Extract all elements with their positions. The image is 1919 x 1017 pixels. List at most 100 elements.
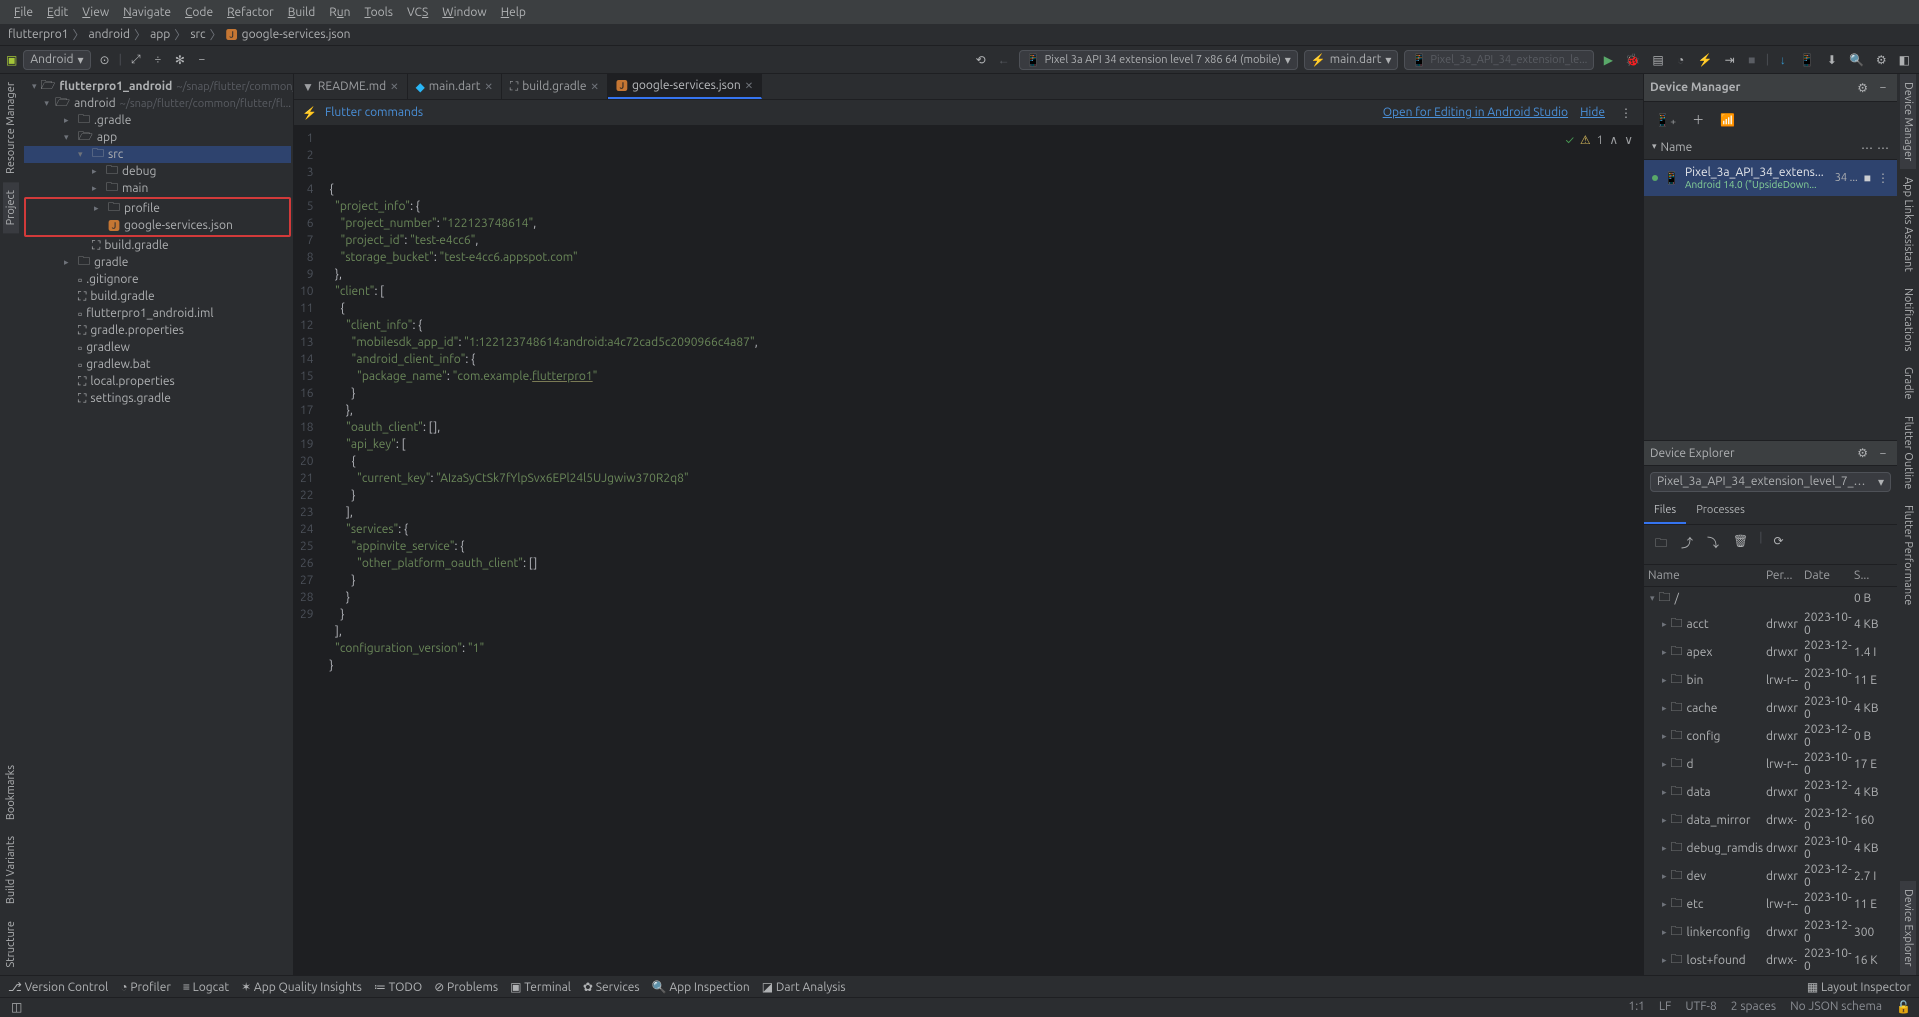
select-opened-icon[interactable]: ⊙	[97, 50, 113, 70]
crumb-4[interactable]: google-services.json	[242, 28, 351, 41]
tool-app-quality[interactable]: ✶ App Quality Insights	[241, 980, 362, 994]
expand-arrow-icon[interactable]: ▸	[1662, 955, 1667, 966]
tool-bookmarks[interactable]: Bookmarks	[3, 757, 19, 828]
download-icon[interactable]: ⤵	[1704, 531, 1722, 558]
explorer-file-list[interactable]: ▾🗀/0 B▸🗀acctdrwxr2023-10-04 KB▸🗀apexdrwx…	[1644, 587, 1897, 975]
tree-row[interactable]: ▸🗀debug	[24, 163, 291, 180]
crumb-2[interactable]: app	[150, 28, 170, 41]
tool-device-explorer[interactable]: Device Explorer	[1900, 881, 1916, 975]
minimize-icon[interactable]: −	[1875, 444, 1891, 463]
add-device-icon[interactable]: 📱₊	[1652, 110, 1679, 130]
crumb-3[interactable]: src	[190, 28, 205, 41]
close-tab-icon[interactable]: ✕	[390, 81, 398, 93]
menu-tools[interactable]: Tools	[359, 4, 400, 21]
menu-vcs[interactable]: VCS	[401, 4, 434, 21]
avd-icon[interactable]: 📱	[1797, 50, 1818, 70]
tree-row[interactable]: ▸🗀profile	[26, 200, 289, 217]
sync-icon[interactable]: ⟲	[973, 50, 989, 70]
tool-device-manager[interactable]: Device Manager	[1900, 74, 1916, 169]
device-dropdown[interactable]: 📱 Pixel 3a API 34 extension level 7 x86 …	[1019, 50, 1298, 70]
status-caret-pos[interactable]: 1:1	[1628, 1000, 1645, 1014]
col-name[interactable]: Name	[1661, 141, 1857, 155]
tree-row[interactable]: ▾🗁app	[24, 129, 291, 146]
project-view-dropdown[interactable]: Android ▾	[23, 50, 90, 70]
expand-arrow-icon[interactable]: ▸	[1662, 759, 1667, 770]
status-encoding[interactable]: UTF-8	[1685, 1000, 1716, 1014]
editor-tab[interactable]: ▼README.md✕	[294, 74, 408, 99]
tree-row[interactable]: ▸🗀main	[24, 180, 291, 197]
status-json-schema[interactable]: No JSON schema	[1790, 1000, 1882, 1014]
expand-arrow-icon[interactable]: ▸	[1662, 843, 1667, 854]
file-row[interactable]: ▸🗀etclrw-r--2023-10-011 E	[1644, 890, 1897, 918]
expand-arrow-icon[interactable]: ▸	[1662, 815, 1667, 826]
menu-run[interactable]: Run	[323, 4, 356, 21]
inspection-badges[interactable]: ✓ ⚠1 ∧ ∨	[1563, 130, 1635, 151]
status-indent[interactable]: 2 spaces	[1731, 1000, 1776, 1014]
expand-icon[interactable]: ⤢	[128, 50, 144, 70]
menu-refactor[interactable]: Refactor	[221, 4, 280, 21]
editor-tab[interactable]: ⛶build.gradle✕	[502, 74, 608, 99]
menu-edit[interactable]: Edit	[41, 4, 74, 21]
menu-help[interactable]: Help	[495, 4, 532, 21]
tree-row[interactable]: ▫gradlew	[24, 339, 291, 356]
col-menu-icon[interactable]: ⋯	[1861, 141, 1873, 155]
tool-build-variants[interactable]: Build Variants	[3, 828, 19, 912]
tool-gradle[interactable]: Gradle	[1900, 359, 1916, 408]
new-folder-icon[interactable]: 🗀	[1652, 531, 1670, 558]
expand-arrow-icon[interactable]: ▸	[1662, 619, 1667, 630]
tree-arrow-icon[interactable]: ▾	[44, 98, 51, 109]
tree-arrow-icon[interactable]: ▾	[78, 149, 88, 160]
file-row[interactable]: ▸🗀binlrw-r--2023-10-011 E	[1644, 666, 1897, 694]
sdk-icon[interactable]: ⬇	[1824, 50, 1840, 70]
tree-row[interactable]: ▫gradlew.bat	[24, 356, 291, 373]
tool-flutter-outline[interactable]: Flutter Outline	[1900, 408, 1916, 497]
file-row[interactable]: ▸🗀linkerconfigdrwxr2023-12-0300	[1644, 918, 1897, 946]
col-name[interactable]: Name	[1648, 569, 1766, 582]
close-tab-icon[interactable]: ✕	[484, 81, 492, 93]
expand-arrow-icon[interactable]: ▸	[1662, 927, 1667, 938]
delete-icon[interactable]: 🗑	[1730, 531, 1751, 558]
expand-arrow-icon[interactable]: ▸	[1662, 731, 1667, 742]
file-row[interactable]: ▸🗀devdrwxr2023-12-02.7 I	[1644, 862, 1897, 890]
menu-file[interactable]: File	[8, 4, 39, 21]
vcs-update-icon[interactable]: ↓	[1775, 50, 1791, 70]
tool-window-toggle-icon[interactable]: ◫	[8, 997, 25, 1017]
tool-logcat[interactable]: ≡ Logcat	[183, 980, 229, 994]
expand-arrow-icon[interactable]: ▾	[1650, 593, 1655, 604]
expand-arrow-icon[interactable]: ▸	[1662, 675, 1667, 686]
tree-row[interactable]: ▫.gitignore	[24, 271, 291, 288]
run-target-dropdown[interactable]: 📱 Pixel_3a_API_34_extension_le...	[1404, 50, 1594, 70]
wifi-icon[interactable]: 📶	[1717, 110, 1738, 130]
upload-icon[interactable]: ⤴	[1678, 531, 1696, 558]
gear-icon[interactable]: ⚙	[1854, 443, 1871, 463]
col-size[interactable]: S...	[1854, 569, 1893, 582]
tab-files[interactable]: Files	[1644, 498, 1686, 524]
tree-arrow-icon[interactable]: ▸	[64, 115, 74, 126]
tool-problems[interactable]: ⊘ Problems	[434, 980, 498, 994]
tool-todo[interactable]: ≔ TODO	[374, 980, 422, 994]
flutter-commands-link[interactable]: Flutter commands	[325, 106, 423, 119]
close-tab-icon[interactable]: ✕	[745, 80, 753, 92]
tree-row[interactable]: ▾🗁android ~/snap/flutter/common/flutter/…	[24, 95, 291, 112]
tree-row[interactable]: ▫flutterpro1_android.iml	[24, 305, 291, 322]
file-row[interactable]: ▸🗀metadatadrwxr2023-12-04 KB	[1644, 974, 1897, 975]
expand-arrow-icon[interactable]: ▸	[1662, 899, 1667, 910]
tool-services[interactable]: ✿ Services	[583, 980, 640, 994]
file-row[interactable]: ▸🗀data_mirrordrwx-2023-12-0160	[1644, 806, 1897, 834]
stop-icon[interactable]: ■	[1744, 50, 1760, 70]
run-config-dropdown[interactable]: ⚡ main.dart ▾	[1304, 50, 1399, 70]
explorer-device-dropdown[interactable]: Pixel_3a_API_34_extension_level_7_x86_6 …	[1650, 472, 1891, 492]
tree-row[interactable]: 🅹google-services.json	[26, 217, 289, 234]
file-row[interactable]: ▸🗀apexdrwxr2023-12-01.4 I	[1644, 638, 1897, 666]
file-row[interactable]: ▸🗀lost+founddrwx-2023-10-016 K	[1644, 946, 1897, 974]
tree-arrow-icon[interactable]: ▸	[92, 183, 102, 194]
col-perm[interactable]: Per...	[1766, 569, 1804, 582]
tool-project[interactable]: Project	[3, 182, 19, 233]
tool-notifications[interactable]: Notifications	[1900, 280, 1916, 359]
tree-row[interactable]: ⛶settings.gradle	[24, 390, 291, 407]
more-icon[interactable]: ⋮	[1617, 103, 1635, 123]
expand-arrow-icon[interactable]: ▸	[1662, 647, 1667, 658]
tree-row[interactable]: ⛶build.gradle	[24, 237, 291, 254]
expand-arrow-icon[interactable]: ▸	[1662, 871, 1667, 882]
tree-arrow-icon[interactable]: ▸	[94, 203, 104, 214]
